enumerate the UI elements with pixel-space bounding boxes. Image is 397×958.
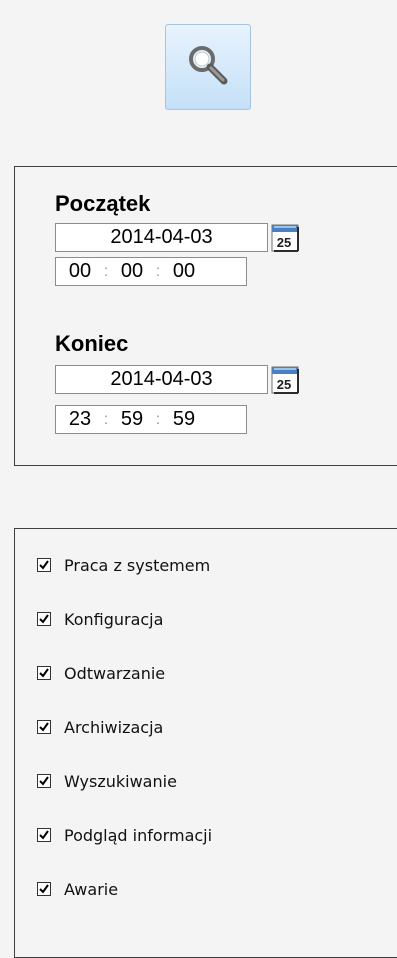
- end-seconds[interactable]: 59: [169, 408, 199, 431]
- filter-label: Konfiguracja: [64, 609, 164, 629]
- start-seconds[interactable]: 00: [169, 260, 199, 283]
- checkbox[interactable]: [37, 828, 51, 842]
- filter-label: Podgląd informacji: [64, 825, 213, 845]
- checkbox[interactable]: [37, 558, 51, 572]
- filter-label: Wyszukiwanie: [64, 771, 177, 791]
- filter-odtwarzanie[interactable]: Odtwarzanie: [37, 662, 165, 684]
- start-date-field[interactable]: 2014-04-03: [55, 223, 268, 252]
- checkbox[interactable]: [37, 720, 51, 734]
- calendar-icon: 25: [270, 366, 300, 399]
- filter-label: Awarie: [64, 879, 119, 899]
- end-hours[interactable]: 23: [65, 408, 95, 431]
- filter-podglad-informacji[interactable]: Podgląd informacji: [37, 824, 212, 846]
- checkbox[interactable]: [37, 612, 51, 626]
- event-filter-panel: Praca z systemem Konfiguracja Odtwarzani…: [14, 528, 397, 958]
- start-hours[interactable]: 00: [65, 260, 95, 283]
- filter-label: Odtwarzanie: [64, 663, 166, 683]
- end-time-field[interactable]: 23 : 59 : 59: [55, 405, 247, 434]
- filter-label: Archiwizacja: [64, 717, 164, 737]
- time-separator: :: [103, 262, 109, 280]
- start-label: Początek: [55, 191, 151, 216]
- filter-archiwizacja[interactable]: Archiwizacja: [37, 716, 163, 738]
- start-calendar-button[interactable]: 25: [270, 223, 300, 253]
- filter-awarie[interactable]: Awarie: [37, 878, 118, 900]
- checkbox[interactable]: [37, 666, 51, 680]
- checkbox[interactable]: [37, 882, 51, 896]
- end-date-field[interactable]: 2014-04-03: [55, 365, 268, 394]
- search-button[interactable]: [165, 24, 251, 110]
- svg-text:25: 25: [277, 235, 291, 250]
- filter-praca-z-systemem[interactable]: Praca z systemem: [37, 554, 210, 576]
- magnifier-icon: [185, 42, 231, 92]
- end-label: Koniec: [55, 331, 129, 356]
- date-range-panel: Początek 2014-04-03 25 00 : 00 : 00 Koni…: [14, 166, 397, 466]
- time-separator: :: [155, 262, 161, 280]
- start-time-field[interactable]: 00 : 00 : 00: [55, 257, 247, 286]
- start-minutes[interactable]: 00: [117, 260, 147, 283]
- time-separator: :: [155, 410, 161, 428]
- svg-text:25: 25: [277, 377, 291, 392]
- time-separator: :: [103, 410, 109, 428]
- filter-konfiguracja[interactable]: Konfiguracja: [37, 608, 163, 630]
- end-minutes[interactable]: 59: [117, 408, 147, 431]
- filter-wyszukiwanie[interactable]: Wyszukiwanie: [37, 770, 177, 792]
- checkbox[interactable]: [37, 774, 51, 788]
- end-calendar-button[interactable]: 25: [270, 365, 300, 395]
- filter-label: Praca z systemem: [64, 555, 211, 575]
- calendar-icon: 25: [270, 224, 300, 257]
